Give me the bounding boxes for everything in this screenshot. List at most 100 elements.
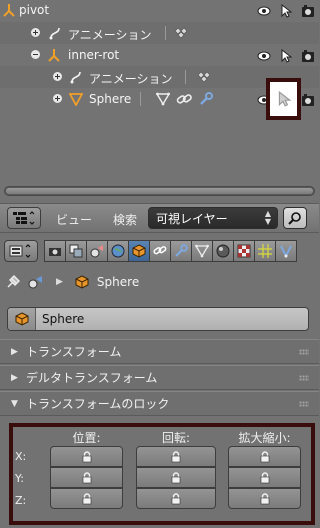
- tab-render[interactable]: [44, 240, 66, 262]
- constraint-link-icon[interactable]: [176, 91, 192, 107]
- separator: [185, 70, 186, 84]
- tab-modifiers[interactable]: [170, 240, 192, 262]
- collapsed-triangle-icon: ▶: [11, 372, 18, 383]
- tab-physics[interactable]: [275, 240, 297, 262]
- empty-object-icon: [1, 2, 17, 18]
- sphere-selectable-toggle-highlight[interactable]: [266, 78, 301, 120]
- expand-icon[interactable]: [53, 94, 62, 103]
- cursor-select-disabled-icon: [278, 91, 291, 107]
- pin-icon[interactable]: [6, 275, 22, 289]
- outliner-row-animation[interactable]: アニメーション: [0, 22, 319, 44]
- lock-location-z-toggle[interactable]: [50, 488, 123, 509]
- lock-scale-x-toggle[interactable]: [228, 446, 301, 467]
- context-tabs: [4, 239, 315, 263]
- scrollbar-thumb[interactable]: [6, 188, 313, 194]
- object-name-value: Sphere: [42, 312, 85, 326]
- keyframe-icon: [173, 25, 189, 41]
- tab-mesh-data[interactable]: [191, 240, 213, 262]
- lock-rotation-x-toggle[interactable]: [136, 446, 216, 467]
- mesh-data-icon[interactable]: [155, 91, 171, 107]
- object-data-block-button[interactable]: [8, 308, 36, 330]
- lock-location-x-toggle[interactable]: [50, 446, 123, 467]
- padlock-icon: [171, 492, 181, 504]
- object-name-field[interactable]: Sphere: [7, 307, 309, 331]
- display-filter-dropdown[interactable]: 可視レイヤー ▲ ▼: [148, 207, 278, 229]
- tab-texture[interactable]: [233, 240, 255, 262]
- tab-constraints[interactable]: [149, 240, 171, 262]
- outliner-horizontal-scrollbar[interactable]: [4, 186, 315, 196]
- tab-scene[interactable]: [86, 240, 108, 262]
- padlock-icon: [82, 471, 91, 483]
- physics-icon: [280, 245, 292, 258]
- tab-particles[interactable]: [254, 240, 276, 262]
- object-cube-icon: [75, 275, 91, 289]
- axis-label-y: Y:: [15, 472, 24, 485]
- camera-icon[interactable]: [300, 92, 316, 108]
- render-layers-icon: [69, 244, 83, 258]
- expand-icon[interactable]: [53, 72, 62, 81]
- panel-transform-header[interactable]: ▶ トランスフォーム: [0, 339, 319, 364]
- panel-drag-grip[interactable]: [299, 374, 309, 381]
- scene-icon: [90, 245, 103, 258]
- axis-label-z: Z:: [15, 494, 27, 507]
- object-cube-icon: [132, 244, 146, 258]
- properties-editor: ▶ Sphere Sphere ▶ トランスフォーム ▶ デルタトランスフォーム…: [0, 234, 319, 528]
- scene-icon: [28, 275, 46, 289]
- padlock-icon: [260, 450, 269, 462]
- lock-location-y-toggle[interactable]: [50, 467, 123, 488]
- keyframe-icon: [196, 69, 212, 85]
- view-menu[interactable]: ビュー: [56, 211, 92, 228]
- panel-delta-transform-header[interactable]: ▶ デルタトランスフォーム: [0, 365, 319, 390]
- padlock-icon: [260, 492, 269, 504]
- lock-scale-z-toggle[interactable]: [228, 488, 301, 509]
- lock-scale-y-toggle[interactable]: [228, 467, 301, 488]
- camera-icon[interactable]: [300, 48, 316, 64]
- expand-icon[interactable]: [31, 28, 40, 37]
- mesh-data-icon: [195, 244, 209, 258]
- properties-editor-icon: [9, 244, 31, 258]
- axis-label-x: X:: [15, 450, 27, 463]
- outliner-label: アニメーション: [89, 72, 173, 86]
- texture-checker-icon: [237, 244, 251, 258]
- eye-icon[interactable]: [256, 48, 272, 64]
- panel-title: トランスフォーム: [26, 345, 122, 359]
- lock-column-rotation: 回転:: [161, 431, 191, 445]
- breadcrumb-arrow-icon: ▶: [56, 277, 63, 287]
- search-menu[interactable]: 検索: [113, 211, 137, 228]
- panel-title: トランスフォームのロック: [26, 397, 170, 411]
- tab-world[interactable]: [107, 240, 129, 262]
- panel-drag-grip[interactable]: [299, 400, 309, 407]
- breadcrumb-object-name: Sphere: [96, 275, 140, 289]
- properties-editor-type-button[interactable]: [4, 240, 38, 262]
- tab-material[interactable]: [212, 240, 234, 262]
- lock-column-location: 位置:: [72, 431, 101, 445]
- expanded-triangle-icon: ▼: [11, 398, 18, 409]
- padlock-icon: [82, 492, 91, 504]
- outliner-label: inner-rot: [68, 48, 120, 62]
- outliner-row-pivot[interactable]: pivot: [0, 0, 319, 22]
- tab-render-layers[interactable]: [65, 240, 87, 262]
- cursor-select-icon[interactable]: [278, 48, 294, 64]
- lock-rotation-z-toggle[interactable]: [136, 488, 216, 509]
- animation-curve-icon: [68, 69, 84, 85]
- outliner: pivot アニメーション inner-rot アニメーション Sphere: [0, 0, 319, 200]
- dropdown-arrows-icon: ▲ ▼: [264, 209, 271, 226]
- lock-rotation-y-toggle[interactable]: [136, 467, 216, 488]
- tab-object[interactable]: [128, 240, 150, 262]
- display-filter-value: 可視レイヤー: [156, 211, 228, 226]
- outliner-editor-icon: [13, 211, 35, 225]
- camera-icon: [49, 248, 61, 256]
- constraint-link-icon: [153, 246, 167, 255]
- eye-icon[interactable]: [256, 3, 272, 19]
- editor-type-button[interactable]: [7, 207, 41, 229]
- panel-transform-locks-header[interactable]: ▼ トランスフォームのロック: [0, 391, 319, 416]
- outliner-row-inner-rot[interactable]: inner-rot: [0, 44, 319, 66]
- collapse-icon[interactable]: [31, 50, 40, 59]
- panel-drag-grip[interactable]: [299, 348, 309, 355]
- wrench-modifier-icon[interactable]: [198, 91, 214, 107]
- cursor-select-icon[interactable]: [278, 3, 294, 19]
- empty-object-icon: [46, 47, 62, 63]
- camera-icon[interactable]: [300, 3, 316, 19]
- separator: [165, 26, 166, 40]
- search-button[interactable]: [283, 207, 307, 229]
